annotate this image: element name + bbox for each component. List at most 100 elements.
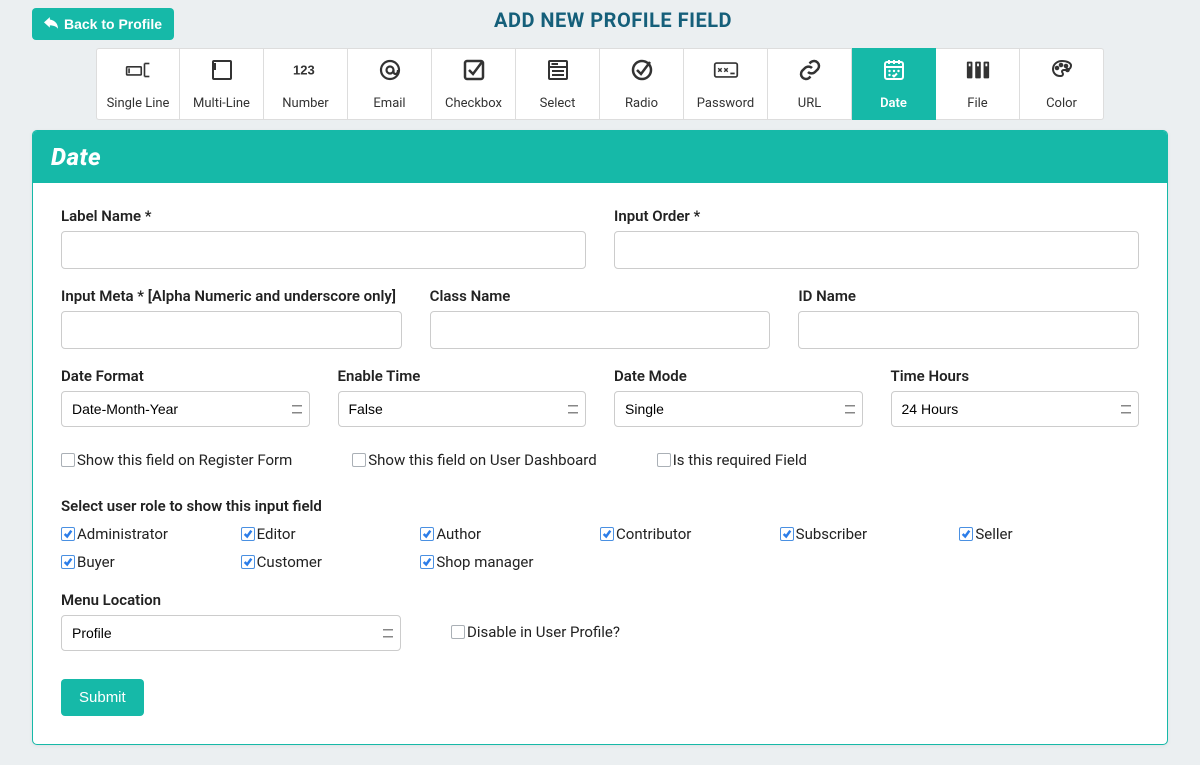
tab-label: Select — [540, 96, 576, 111]
tab-label: URL — [798, 96, 821, 111]
label-name-label: Label Name * — [61, 207, 586, 225]
tab-label: Email — [373, 96, 405, 111]
select-icon — [545, 58, 571, 86]
multi-line-icon — [209, 58, 235, 86]
date-icon — [881, 58, 907, 86]
page-title: ADD NEW PROFILE FIELD — [174, 8, 1052, 32]
tab-label: Single Line — [107, 96, 170, 111]
role-checkbox-buyer[interactable]: Buyer — [61, 553, 241, 571]
tab-color[interactable]: Color — [1020, 48, 1104, 120]
show-on-dashboard-checkbox[interactable]: Show this field on User Dashboard — [352, 451, 596, 469]
back-to-profile-label: Back to Profile — [64, 16, 162, 32]
input-order-input[interactable] — [614, 231, 1139, 269]
tab-label: Date — [880, 96, 907, 111]
show-on-register-label: Show this field on Register Form — [77, 451, 292, 469]
input-meta-input[interactable] — [61, 311, 402, 349]
class-name-input[interactable] — [430, 311, 771, 349]
tab-label: File — [967, 96, 987, 111]
role-checkbox-administrator[interactable]: Administrator — [61, 525, 241, 543]
class-name-label: Class Name — [430, 287, 771, 305]
tab-email[interactable]: Email — [348, 48, 432, 120]
checkbox-icon — [241, 527, 255, 541]
tab-password[interactable]: Password — [684, 48, 768, 120]
email-icon — [377, 58, 403, 86]
checkbox-icon — [61, 527, 75, 541]
tab-label: Checkbox — [445, 96, 502, 111]
checkbox-icon — [959, 527, 973, 541]
tab-date[interactable]: Date — [852, 48, 936, 120]
role-checkbox-seller[interactable]: Seller — [959, 525, 1139, 543]
role-checkbox-editor[interactable]: Editor — [241, 525, 421, 543]
date-mode-select[interactable]: Single — [614, 391, 863, 427]
date-format-select[interactable]: Date-Month-Year — [61, 391, 310, 427]
tab-radio[interactable]: Radio — [600, 48, 684, 120]
time-hours-select[interactable]: 24 Hours — [891, 391, 1140, 427]
roles-section-label: Select user role to show this input fiel… — [61, 497, 1139, 515]
password-icon — [713, 58, 739, 86]
checkbox-icon — [461, 58, 487, 86]
url-icon — [797, 58, 823, 86]
tab-url[interactable]: URL — [768, 48, 852, 120]
role-checkbox-shop-manager[interactable]: Shop manager — [420, 553, 600, 571]
tab-label: Radio — [625, 96, 658, 111]
number-icon: 123 — [293, 58, 319, 86]
form-panel: Date Label Name * Input Order * Input Me… — [32, 130, 1168, 745]
role-label: Editor — [257, 525, 296, 543]
checkbox-icon — [420, 555, 434, 569]
role-label: Subscriber — [796, 525, 867, 543]
color-icon — [1049, 58, 1075, 86]
tab-checkbox[interactable]: Checkbox — [432, 48, 516, 120]
enable-time-select[interactable]: False — [338, 391, 587, 427]
role-checkbox-subscriber[interactable]: Subscriber — [780, 525, 960, 543]
tab-file[interactable]: File — [936, 48, 1020, 120]
checkbox-icon — [61, 555, 75, 569]
time-hours-label: Time Hours — [891, 367, 1140, 385]
disable-in-profile-checkbox[interactable]: Disable in User Profile? — [451, 623, 620, 641]
role-label: Author — [436, 525, 481, 543]
checkbox-icon — [241, 555, 255, 569]
disable-in-profile-label: Disable in User Profile? — [467, 623, 620, 641]
id-name-input[interactable] — [798, 311, 1139, 349]
enable-time-label: Enable Time — [338, 367, 587, 385]
show-on-dashboard-label: Show this field on User Dashboard — [368, 451, 596, 469]
checkbox-icon — [420, 527, 434, 541]
input-order-label: Input Order * — [614, 207, 1139, 225]
menu-location-label: Menu Location — [61, 591, 401, 609]
checkbox-icon — [780, 527, 794, 541]
tab-label: Number — [282, 96, 328, 111]
tab-label: Multi-Line — [193, 96, 250, 111]
show-on-register-checkbox[interactable]: Show this field on Register Form — [61, 451, 292, 469]
required-field-label: Is this required Field — [673, 451, 807, 469]
date-mode-label: Date Mode — [614, 367, 863, 385]
role-label: Customer — [257, 553, 322, 571]
role-checkbox-customer[interactable]: Customer — [241, 553, 421, 571]
role-label: Buyer — [77, 553, 115, 571]
reply-arrow-icon — [44, 16, 58, 32]
date-format-label: Date Format — [61, 367, 310, 385]
role-checkbox-contributor[interactable]: Contributor — [600, 525, 780, 543]
tab-multi-line[interactable]: Multi-Line — [180, 48, 264, 120]
id-name-label: ID Name — [798, 287, 1139, 305]
menu-location-select[interactable]: Profile — [61, 615, 401, 651]
role-label: Shop manager — [436, 553, 533, 571]
tab-single-line[interactable]: Single Line — [96, 48, 180, 120]
single-line-icon — [125, 58, 151, 86]
panel-title: Date — [33, 131, 1167, 183]
role-label: Seller — [975, 525, 1012, 543]
input-meta-label: Input Meta * [Alpha Numeric and undersco… — [61, 287, 402, 305]
radio-icon — [629, 58, 655, 86]
file-icon — [965, 58, 991, 86]
role-label: Contributor — [616, 525, 691, 543]
label-name-input[interactable] — [61, 231, 586, 269]
role-checkbox-author[interactable]: Author — [420, 525, 600, 543]
checkbox-icon — [600, 527, 614, 541]
tab-label: Color — [1046, 96, 1077, 111]
role-label: Administrator — [77, 525, 168, 543]
required-field-checkbox[interactable]: Is this required Field — [657, 451, 807, 469]
svg-text:123: 123 — [293, 62, 315, 77]
tab-label: Password — [697, 96, 754, 111]
submit-button[interactable]: Submit — [61, 679, 144, 716]
tab-number[interactable]: 123 Number — [264, 48, 348, 120]
tab-select[interactable]: Select — [516, 48, 600, 120]
back-to-profile-button[interactable]: Back to Profile — [32, 8, 174, 40]
